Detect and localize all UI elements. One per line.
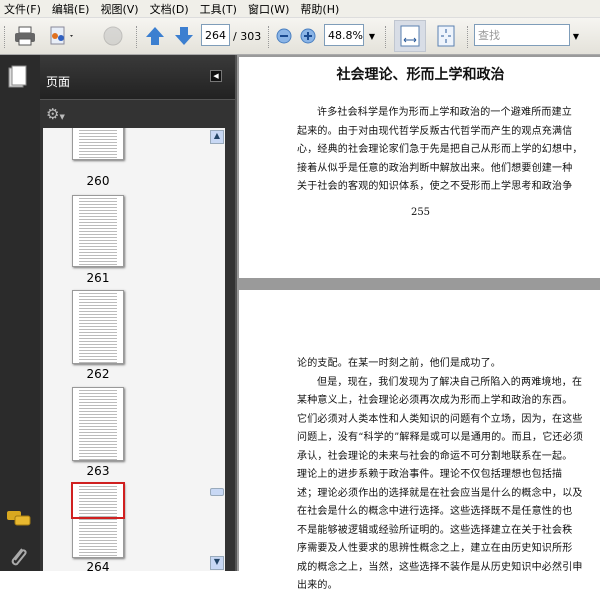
menu-view[interactable]: 视图(V) (96, 1, 145, 17)
text-line: 接着从似乎是任意的政治判断中解放出来。他们想要创建一种 (297, 162, 573, 174)
toolbar: 264 / 303 48.8% ▼ 查找 ▼ (0, 18, 600, 55)
document-page-256: 论的支配。在某一时刻之前，他们是成功了。 但是，现在，我们发现为了解决自己所陷入… (239, 290, 600, 591)
plus-circle-icon (300, 28, 316, 44)
text-line: 起来的。由于对由现代哲学反叛古代哲学而产生的观点充满信 (297, 125, 573, 137)
thumbnail-scrollbar[interactable]: ▲ ▼ (208, 128, 225, 571)
options-gear-icon[interactable]: ⚙▼ (46, 105, 65, 123)
page-thumbnail-262[interactable] (72, 290, 124, 364)
menu-tools[interactable]: 工具(T) (196, 1, 244, 17)
menu-file[interactable]: 文件(F) (0, 1, 48, 17)
thumbnail-list: 260 261 262 263 264 (43, 128, 208, 571)
toolbar-grip[interactable] (136, 26, 139, 48)
page-total: / 303 (233, 29, 262, 43)
thumbnail-label: 260 (86, 174, 110, 188)
page-thumbnail-264[interactable] (71, 482, 125, 558)
viewport-indicator[interactable] (71, 482, 125, 519)
panel-title: 页面 (46, 75, 71, 89)
text-line: 在社会是什么的概念中进行选择。这些选择既不是任意性的也 (297, 506, 573, 517)
search-input[interactable]: 查找 (474, 24, 570, 46)
text-line: 理论上的进步系赖于政治事件。理论不仅包括理想也包括描 (297, 469, 563, 480)
collaborate-button[interactable] (44, 24, 78, 48)
globe-icon (103, 26, 123, 46)
zoom-dropdown-icon[interactable]: ▼ (366, 24, 378, 48)
comments-icon (7, 511, 31, 526)
page-thumbnail-260[interactable] (72, 128, 124, 160)
navigation-strip (0, 55, 40, 571)
text-line: 关于社会的客观的知识体系，使之不受形而上学思考和政治争 (297, 181, 573, 192)
fit-page-button[interactable] (434, 24, 458, 48)
menu-bar: 文件(F) 编辑(E) 视图(V) 文档(D) 工具(T) 窗口(W) 帮助(H… (0, 0, 600, 18)
collapse-panel-button[interactable]: ◀ (210, 70, 222, 82)
thumbnail-label: 263 (86, 464, 110, 478)
toolbar-grip[interactable] (467, 26, 470, 48)
print-button[interactable] (12, 24, 38, 48)
attachments-button[interactable] (8, 545, 28, 572)
arrow-up-icon (146, 27, 164, 45)
text-line: 成的概念之上，当然，这些选择不装作是从历史知识中必然引申 (297, 561, 583, 573)
zoom-in-button[interactable] (299, 24, 317, 48)
minus-circle-icon (276, 28, 292, 44)
text-line: 心，经典的社会理论家们急于先是把自己从形而上学的幻想中， (297, 144, 583, 155)
page-thumbnail-263[interactable] (72, 387, 124, 461)
toolbar-grip[interactable] (385, 26, 388, 48)
fit-page-icon (437, 25, 455, 47)
page-thumbnail-261[interactable] (72, 195, 124, 267)
menu-document[interactable]: 文档(D) (146, 1, 196, 17)
text-line: 问题上，没有“科学的”解释是或可以是通用的。而且，它还必须 (297, 432, 584, 443)
scroll-thumb[interactable] (210, 488, 224, 496)
page-number-input[interactable]: 264 (201, 24, 230, 46)
text-line: 但是，现在，我们发现为了解决自己所陷入的两难境地，在 (317, 376, 583, 388)
menu-help[interactable]: 帮助(H) (296, 1, 346, 17)
web-button[interactable] (98, 24, 128, 48)
text-line: 出来的。 (297, 580, 338, 591)
text-line: 它们必须对人类本性和人类知识的问题有个立场，因为，在这些 (297, 413, 583, 425)
text-line: 承认，社会理论的未来与社会的命运不可分割地联系在一起。 (297, 450, 573, 462)
text-line: 序需要及人性要求的思辨性概念之上，建立在由历史知识所形 (297, 543, 573, 554)
arrow-down-icon (175, 27, 193, 45)
comments-button[interactable] (6, 510, 32, 533)
text-line: 论的支配。在某一时刻之前，他们是成功了。 (297, 358, 501, 369)
thumbnail-label: 262 (86, 367, 110, 381)
previous-page-button[interactable] (144, 24, 166, 48)
thumbnail-label: 261 (86, 271, 110, 285)
text-line: 不是能够被逻辑或经验所证明的。这些选择建立在关于社会秩 (297, 524, 573, 536)
pages-panel-button[interactable] (8, 65, 28, 92)
page-number: 255 (410, 206, 431, 218)
text-line: 述；理论必须作出的选择就是在社会应当是什么的概念中，以及 (297, 487, 583, 499)
toolbar-grip[interactable] (4, 26, 7, 48)
toolbar-grip[interactable] (268, 26, 271, 48)
document-page-255: 社会理论、形而上学和政治 许多社会科学是作为形而上学和政治的一个避难所而建立 起… (239, 57, 600, 278)
people-document-icon (50, 26, 73, 45)
text-line: 许多社会科学是作为形而上学和政治的一个避难所而建立 (317, 107, 572, 118)
menu-window[interactable]: 窗口(W) (244, 1, 296, 17)
text-line: 某种意义上，社会理论必须再次成为形而上学和政治的东西。 (297, 395, 573, 406)
paperclip-icon (11, 548, 27, 566)
thumbnail-label: 264 (86, 560, 110, 571)
zoom-out-button[interactable] (275, 24, 293, 48)
scroll-up-button[interactable]: ▲ (210, 130, 224, 144)
fit-width-button[interactable] (394, 20, 426, 52)
pages-icon (8, 65, 27, 88)
scroll-down-button[interactable]: ▼ (210, 556, 224, 570)
next-page-button[interactable] (173, 24, 195, 48)
fit-width-icon (400, 25, 420, 47)
printer-icon (15, 26, 35, 46)
menu-edit[interactable]: 编辑(E) (48, 1, 97, 17)
search-dropdown-icon[interactable]: ▼ (570, 24, 582, 48)
chapter-title: 社会理论、形而上学和政治 (336, 67, 505, 83)
zoom-input[interactable]: 48.8% (324, 24, 364, 46)
document-view: 社会理论、形而上学和政治 许多社会科学是作为形而上学和政治的一个避难所而建立 起… (235, 55, 600, 591)
